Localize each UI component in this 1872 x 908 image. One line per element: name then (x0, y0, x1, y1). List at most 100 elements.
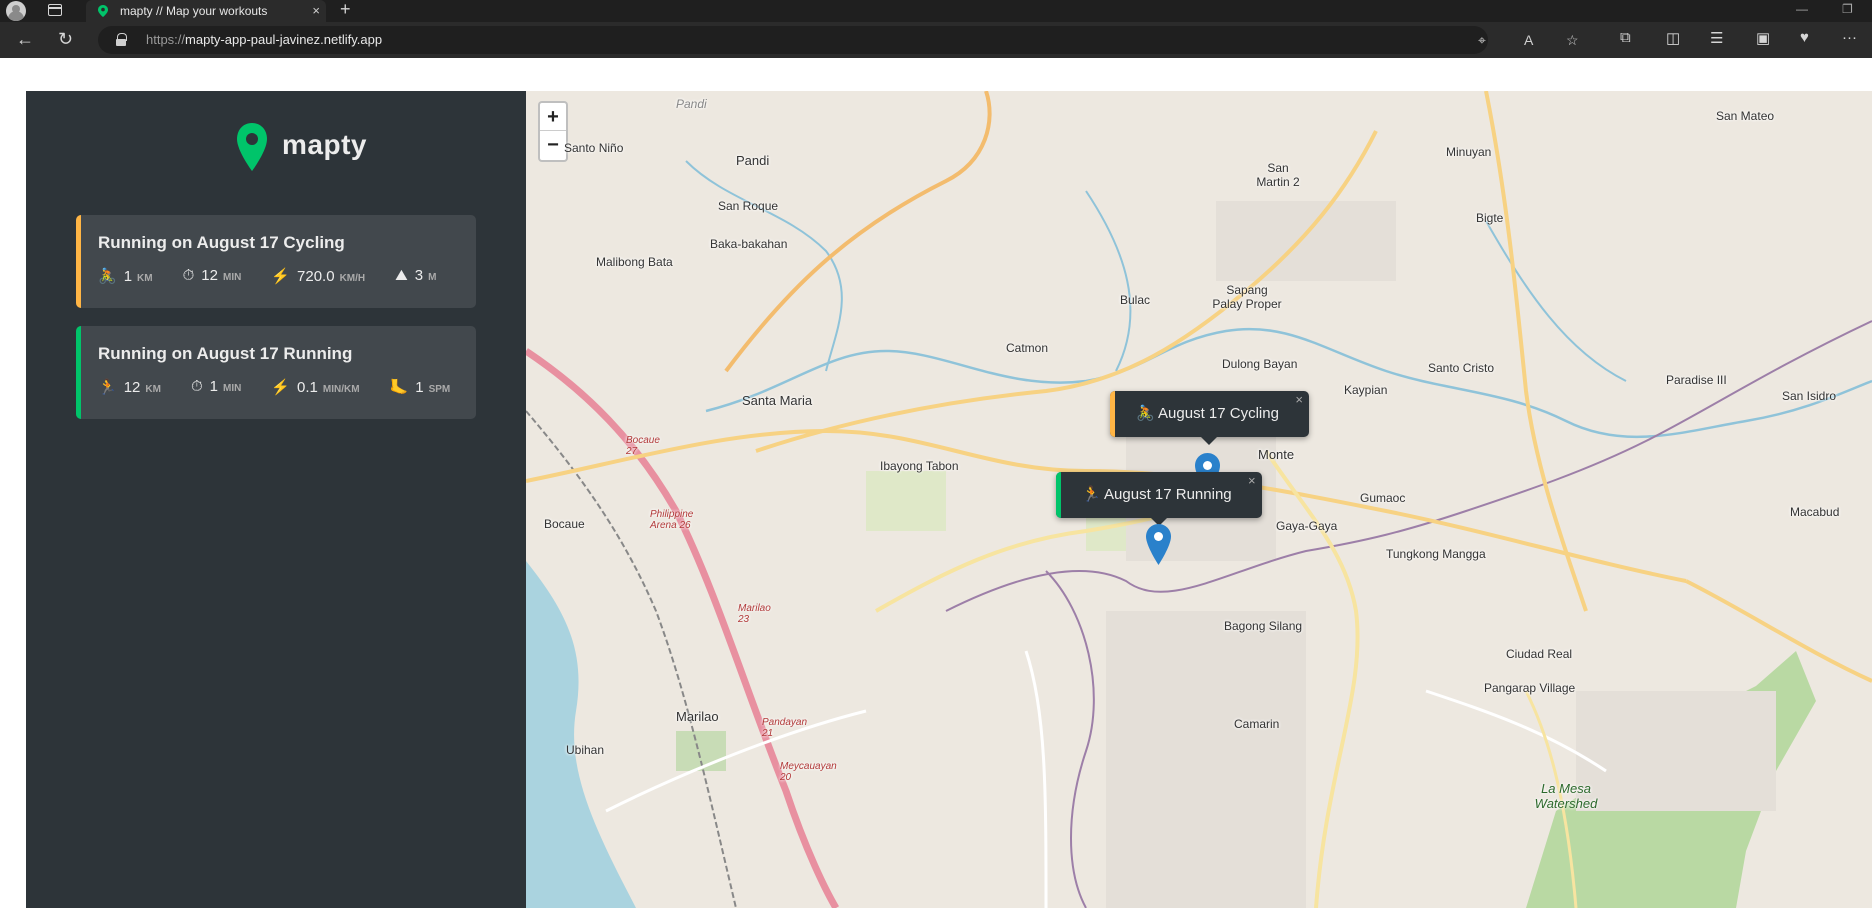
url-host: mapty-app-paul-javinez.netlify.app (185, 32, 383, 47)
minimize-icon[interactable]: — (1796, 2, 1808, 16)
zoom-in-button[interactable]: + (540, 103, 566, 131)
logo-text: mapty (282, 129, 367, 160)
green-patch (866, 471, 946, 531)
place-label: Pandayan 21 (762, 717, 808, 739)
place-label: Meycauayan 20 (780, 761, 837, 783)
place-label: Bagong Silang (1224, 619, 1303, 633)
popup-close-icon[interactable]: × (1295, 377, 1303, 423)
url-field[interactable]: https://mapty-app-paul-javinez.netlify.a… (98, 26, 1579, 54)
more-options-icon[interactable]: ··· (1842, 29, 1857, 46)
new-tab-button[interactable]: + (340, 0, 351, 20)
read-aloud-icon[interactable]: A (1524, 32, 1533, 48)
tab-close-icon[interactable]: × (312, 0, 320, 22)
workout-detail-duration: ⏱ 1 MIN (191, 378, 241, 396)
stopwatch-icon: ⏱ (190, 378, 203, 395)
url-text[interactable]: https://mapty-app-paul-javinez.netlify.a… (146, 32, 382, 47)
detail-unit: MIN (222, 272, 242, 283)
sidebar: mapty Running on August 17 Cycling 🚴 1 K… (26, 91, 526, 908)
extensions-icon[interactable]: ⧉ (1620, 29, 1631, 46)
place-label: San Mateo (1716, 109, 1775, 123)
zoom-out-button[interactable]: − (540, 131, 566, 159)
workout-title: Running on August 17 Running (98, 344, 353, 363)
boundary-line (945, 320, 1872, 612)
workout-detail-cadence: 🦶 1 SPM (390, 378, 451, 396)
place-label: Santo Cristo (1428, 361, 1495, 375)
workout-popup-cycling[interactable]: 🚴 August 17 Cycling × (1110, 391, 1309, 445)
place-label: Ubihan (566, 743, 605, 757)
place-label: Baka-bakahan (710, 237, 788, 251)
logo: mapty (236, 121, 376, 177)
workout-card-cycling[interactable]: Running on August 17 Cycling 🚴 1 KM ⏱ 12… (76, 215, 476, 308)
split-screen-icon[interactable]: ◫ (1666, 29, 1680, 47)
detail-value: 0.1 (297, 379, 318, 396)
workout-popup-running[interactable]: 🏃 August 17 Running × (1056, 472, 1262, 526)
bay-water (526, 561, 636, 908)
lightning-icon: ⚡ (271, 379, 291, 396)
workout-card-running[interactable]: Running on August 17 Running 🏃 12 KM ⏱ 1… (76, 326, 476, 419)
collections-icon[interactable]: ▣ (1756, 29, 1770, 47)
place-label: Sapang Palay Proper (1212, 283, 1282, 311)
place-label: Ciudad Real (1506, 647, 1573, 661)
popup-close-icon[interactable]: × (1248, 458, 1256, 504)
url-scheme: https:// (146, 32, 186, 47)
detail-unit: MIN (222, 383, 242, 394)
place-label: Monte (1258, 447, 1295, 462)
detail-value: 12 (201, 267, 218, 284)
popup-color-bar (1110, 391, 1115, 437)
logo-pin-icon (237, 123, 267, 171)
place-label: La Mesa Watershed (1534, 781, 1598, 811)
workout-detail-speed: ⚡ 720.0 KM/H (271, 267, 365, 285)
primary-road (724, 91, 992, 373)
reload-icon[interactable]: ↻ (58, 29, 73, 49)
page: mapty Running on August 17 Cycling 🚴 1 K… (0, 58, 1872, 908)
browser-tab-bar: mapty // Map your workouts × + — ❐ (0, 0, 1872, 22)
browser-address-bar: ← ↻ https://mapty-app-paul-javinez.netli… (0, 22, 1872, 58)
lightning-icon: ⚡ (271, 268, 291, 285)
place-label: Ibayong Tabon (880, 459, 959, 473)
back-arrow-icon[interactable]: ← (16, 29, 34, 49)
workout-title: Running on August 17 Cycling (98, 233, 345, 252)
lock-icon[interactable] (116, 33, 127, 46)
detail-unit: KM/H (339, 273, 366, 284)
place-label: Pandi (676, 97, 707, 111)
river (1085, 190, 1132, 372)
workout-detail-distance: 🚴 1 KM (98, 267, 153, 285)
location-pin-icon[interactable]: ⌖ (1478, 32, 1486, 49)
detail-value: 1 (123, 268, 133, 285)
workout-color-bar (76, 326, 81, 419)
map[interactable]: + − Pandi Pandi Santo Niño San Roque Bak… (526, 91, 1872, 908)
workout-color-bar (76, 215, 81, 308)
stopwatch-icon: ⏱ (182, 267, 195, 284)
profile-icon[interactable] (6, 1, 26, 21)
detail-value: 720.0 (297, 268, 335, 285)
restore-icon[interactable]: ❐ (1842, 2, 1853, 16)
detail-value: 1 (209, 378, 218, 395)
place-label: Marilao (676, 709, 719, 724)
place-label: Kaypian (1344, 383, 1388, 397)
tab-actions-icon[interactable] (48, 4, 62, 16)
place-label: Dulong Bayan (1222, 357, 1298, 371)
detail-unit: M (428, 272, 437, 283)
workout-details: 🏃 12 KM ⏱ 1 MIN ⚡ 0.1 MIN/KM 🦶 1 SPM (98, 378, 454, 396)
urban-area (1576, 691, 1776, 811)
detail-unit: KM (145, 384, 161, 395)
favorites-icon[interactable]: ☰ (1710, 29, 1723, 47)
browser-essentials-icon[interactable]: ♥ (1800, 29, 1809, 46)
place-label: Philippine Arena 26 (650, 509, 694, 531)
place-label: Pangarap Village (1484, 681, 1576, 695)
primary-road (1484, 91, 1588, 612)
map-marker-icon[interactable] (1146, 524, 1171, 565)
browser-tab[interactable]: mapty // Map your workouts × (86, 0, 326, 22)
favorite-star-icon[interactable]: ☆ (1566, 32, 1579, 49)
workout-detail-distance: 🏃 12 KM (98, 378, 161, 396)
place-label: Santa Maria (742, 393, 813, 408)
river (1485, 220, 1627, 382)
workout-detail-duration: ⏱ 12 MIN (183, 267, 242, 285)
popup-tip (1201, 437, 1218, 445)
place-label: Catmon (1006, 341, 1049, 355)
place-label: San Isidro (1782, 389, 1837, 403)
place-label: Marilao 23 (738, 603, 771, 625)
place-label: Gumaoc (1360, 491, 1406, 505)
place-label: Malibong Bata (596, 255, 673, 269)
popup-label: August 17 Cycling (1158, 405, 1279, 422)
